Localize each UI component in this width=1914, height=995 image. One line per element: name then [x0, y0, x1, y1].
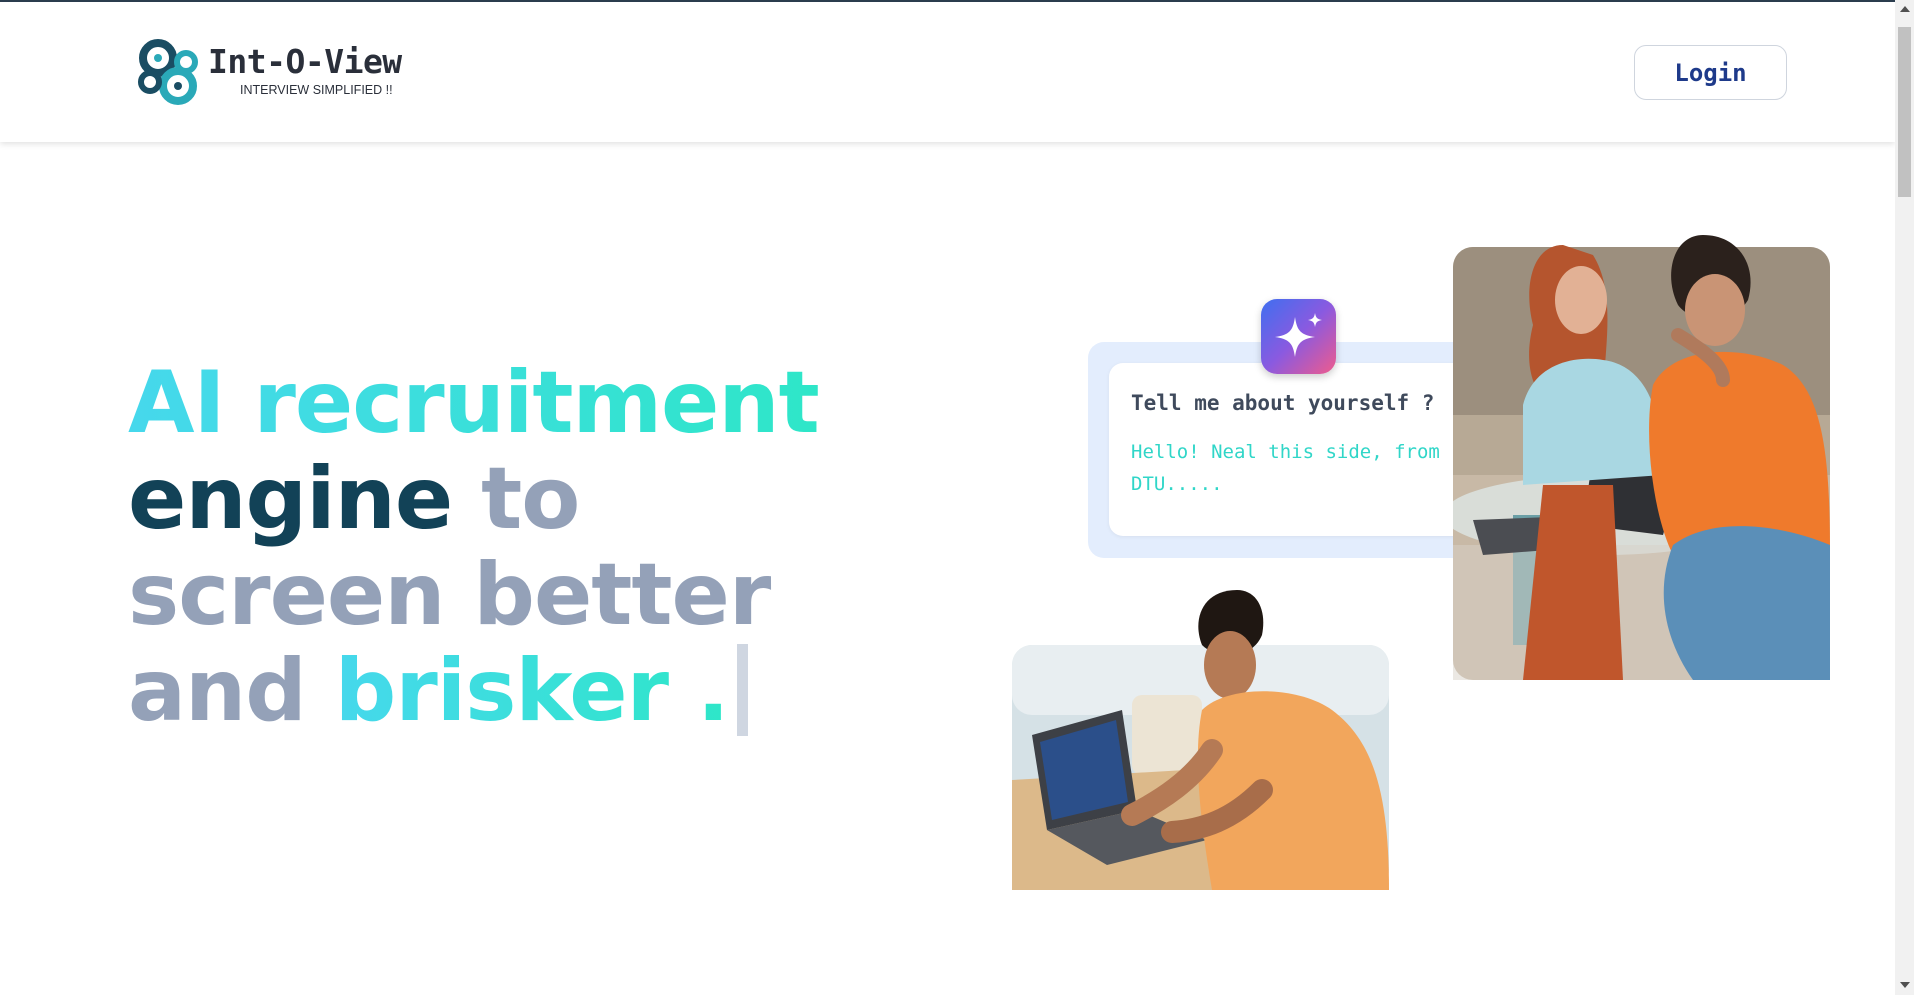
scroll-down-arrow-icon[interactable]: [1900, 982, 1910, 988]
hero-word-engine: engine: [128, 449, 453, 549]
brand-logo[interactable]: Int-O-View INTERVIEW SIMPLIFIED !!: [132, 36, 432, 112]
sparkle-icon: [1275, 313, 1322, 357]
hero-line-3: screen better: [128, 545, 771, 645]
login-button[interactable]: Login: [1634, 45, 1787, 100]
scroll-thumb[interactable]: [1898, 27, 1911, 197]
brand-tagline: INTERVIEW SIMPLIFIED !!: [240, 83, 393, 97]
candidate-photo: [1012, 590, 1389, 890]
chat-question: Tell me about yourself ?: [1131, 391, 1435, 415]
typing-cursor: [736, 644, 748, 736]
chat-answer: Hello! Neal this side, from DTU.....: [1131, 441, 1440, 495]
logo-mark-icon: [138, 39, 198, 105]
hero-word-brisker: brisker .: [334, 641, 730, 741]
page-scrollbar[interactable]: [1895, 0, 1914, 995]
site-header: Int-O-View INTERVIEW SIMPLIFIED !! Login: [0, 2, 1895, 142]
scroll-up-arrow-icon[interactable]: [1900, 6, 1910, 12]
chat-card: Tell me about yourself ? Hello! Neal thi…: [1109, 363, 1498, 536]
ai-badge: [1261, 299, 1336, 374]
hero-line-1: AI recruitment: [128, 353, 820, 453]
hero-word-to: to: [481, 449, 580, 549]
team-photo: [1453, 235, 1830, 680]
hero-word-and: and: [128, 641, 307, 741]
brand-name: Int-O-View: [208, 42, 402, 81]
hero-heading: AI recruitment engine to screen better a…: [128, 355, 888, 739]
